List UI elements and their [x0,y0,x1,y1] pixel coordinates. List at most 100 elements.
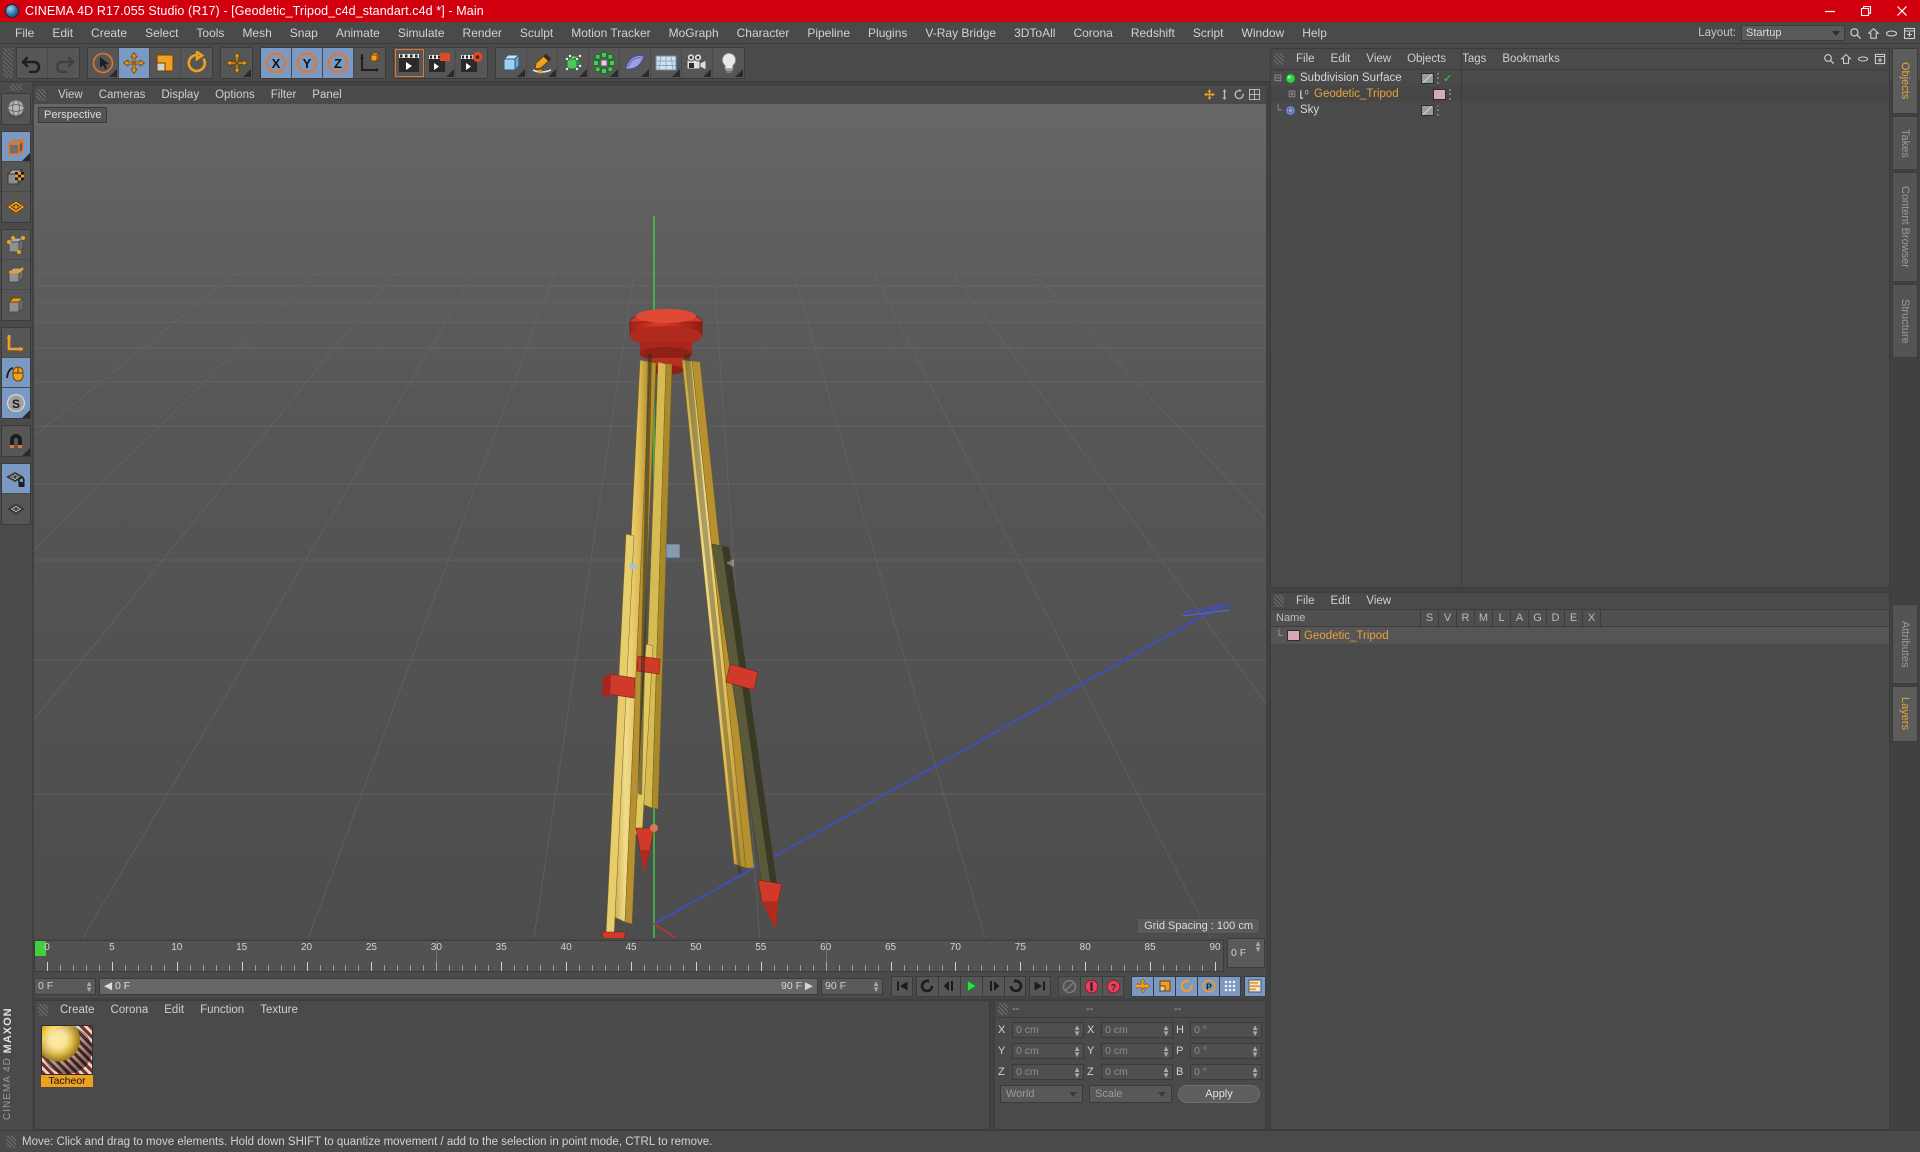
layer-col-e[interactable]: E [1565,609,1583,627]
menu-mograph[interactable]: MoGraph [660,22,728,44]
material-menu-texture[interactable]: Texture [252,1001,306,1019]
coordinate-mode-dropdown[interactable]: Scale [1089,1085,1172,1103]
menu-vray-bridge[interactable]: V-Ray Bridge [916,22,1005,44]
menu-simulate[interactable]: Simulate [389,22,454,44]
record-red-icon[interactable] [1080,975,1102,997]
layer-menu-file[interactable]: File [1288,593,1323,610]
skip-start-icon[interactable] [891,975,913,997]
pos-y-field[interactable]: 0 cm ▲ ▼ [1012,1042,1084,1059]
deformer-green-icon[interactable] [589,47,620,78]
loop-forward-icon[interactable] [1004,975,1026,997]
material-item[interactable]: Tacheor [41,1025,93,1087]
workplane-grid-icon[interactable] [2,192,30,222]
scale-tool-button[interactable] [150,47,181,78]
lock-x-button[interactable]: X [261,47,292,78]
menu-edit[interactable]: Edit [43,22,82,44]
viewport-scale-icon[interactable] [1218,88,1230,100]
visible-check-icon[interactable]: ✓ [1443,72,1452,85]
prev-frame-icon[interactable] [938,975,960,997]
status-bar-grip[interactable] [6,1135,16,1148]
layer-manager-grip[interactable] [1274,595,1284,607]
spinner-icon[interactable]: ▲ ▼ [1162,1044,1170,1058]
light-bulb-icon[interactable] [713,47,744,78]
spinner-icon[interactable]: ▲ ▼ [1162,1065,1170,1079]
scale-key-button[interactable] [1153,975,1175,997]
move-tool-button[interactable] [119,47,150,78]
environment-icon[interactable] [620,47,651,78]
spinner-icon[interactable]: ▲ ▼ [1251,1023,1259,1037]
layout-panel-icon[interactable] [1902,25,1917,41]
expander-minus-icon[interactable]: ⊟ [1271,73,1285,84]
viewport-3d[interactable]: Perspective Grid Spacing : 100 cm [34,104,1266,938]
next-frame-icon[interactable] [982,975,1004,997]
grid-lock-icon[interactable] [2,464,30,494]
close-button[interactable] [1884,0,1920,22]
object-tree[interactable]: ⊟ Subdivision Surface ✓ ⊞ 0 Geodetic_Tri… [1271,49,1889,587]
spinner-icon[interactable]: ▲ ▼ [1073,1044,1081,1058]
undo-button[interactable] [17,47,48,78]
material-name[interactable]: Tacheor [41,1075,93,1087]
object-menu-bookmarks[interactable]: Bookmarks [1494,49,1568,69]
pos-x-field[interactable]: 0 cm ▲ ▼ [1012,1021,1084,1038]
viewport-menu-display[interactable]: Display [153,86,207,104]
menu-mesh[interactable]: Mesh [233,22,280,44]
viewport-move-icon[interactable] [1203,88,1215,100]
s-circle-icon[interactable]: S [2,388,30,418]
menu-snap[interactable]: Snap [281,22,327,44]
menu-corona[interactable]: Corona [1064,22,1121,44]
texture-checker-cube-icon[interactable] [2,162,30,192]
tag-swatch[interactable] [1433,88,1446,100]
object-menu-view[interactable]: View [1358,49,1399,69]
viewport-menu-options[interactable]: Options [207,86,263,104]
axis-l-icon[interactable] [2,328,30,358]
layer-menu-edit[interactable]: Edit [1323,593,1359,610]
spinner-icon[interactable]: ▲ ▼ [1251,1044,1259,1058]
coordinates-grip[interactable] [998,1003,1008,1015]
layer-col-m[interactable]: M [1475,609,1493,627]
rotate-tool-button[interactable] [181,47,212,78]
viewport-menu-filter[interactable]: Filter [263,86,305,104]
layer-col-x[interactable]: X [1583,609,1601,627]
spinner-icon[interactable]: ▲ ▼ [1073,1065,1081,1079]
tab-attributes[interactable]: Attributes [1892,604,1918,684]
tab-layers[interactable]: Layers [1892,686,1918,742]
menu-window[interactable]: Window [1233,22,1294,44]
layer-col-d[interactable]: D [1547,609,1565,627]
render-to-picture-viewer-button[interactable] [425,47,456,78]
menu-render[interactable]: Render [454,22,511,44]
spinner-icon[interactable]: ▲ ▼ [85,979,93,993]
material-menu-create[interactable]: Create [52,1001,103,1019]
material-menu-corona[interactable]: Corona [103,1001,157,1019]
cube-blue-icon[interactable] [496,47,527,78]
layer-col-l[interactable]: L [1493,609,1511,627]
redo-button[interactable] [48,47,79,78]
loop-back-icon[interactable] [916,975,938,997]
object-menu-file[interactable]: File [1288,49,1323,69]
viewport-menu-panel[interactable]: Panel [304,86,349,104]
spinner-icon[interactable]: ▲ ▼ [1073,1023,1081,1037]
tab-objects[interactable]: Objects [1892,48,1918,114]
layer-row[interactable]: └ Geodetic_Tripod [1271,627,1889,644]
points-cube-icon[interactable] [2,230,30,260]
toolbar-grip[interactable] [3,47,13,78]
home-up-icon[interactable] [1838,51,1853,66]
world-axis-cube-icon[interactable] [354,47,385,78]
menu-select[interactable]: Select [136,22,187,44]
autokey-icon[interactable] [1058,975,1080,997]
object-menu-edit[interactable]: Edit [1323,49,1359,69]
timeline-range-bar[interactable]: ◀ 0 F 90 F ▶ [99,977,818,995]
render-settings-button[interactable] [456,47,487,78]
object-row-sky[interactable]: └ Sky [1271,102,1889,118]
size-y-field[interactable]: 0 cm ▲ ▼ [1101,1042,1173,1059]
object-row-subdivision-surface[interactable]: ⊟ Subdivision Surface ✓ [1271,70,1889,86]
tag-swatch[interactable] [1421,72,1434,84]
sphere-globe-icon[interactable] [2,94,30,124]
left-toolbar-grip[interactable] [10,84,22,91]
spinner-icon[interactable]: ▲ ▼ [1251,1065,1259,1079]
menu-file[interactable]: File [6,22,43,44]
param-p-icon[interactable]: P [1197,975,1219,997]
skip-end-icon[interactable] [1029,975,1051,997]
pen-spline-icon[interactable] [527,47,558,78]
tab-takes[interactable]: Takes [1892,116,1918,170]
spinner-icon[interactable]: ▲ ▼ [872,979,880,993]
